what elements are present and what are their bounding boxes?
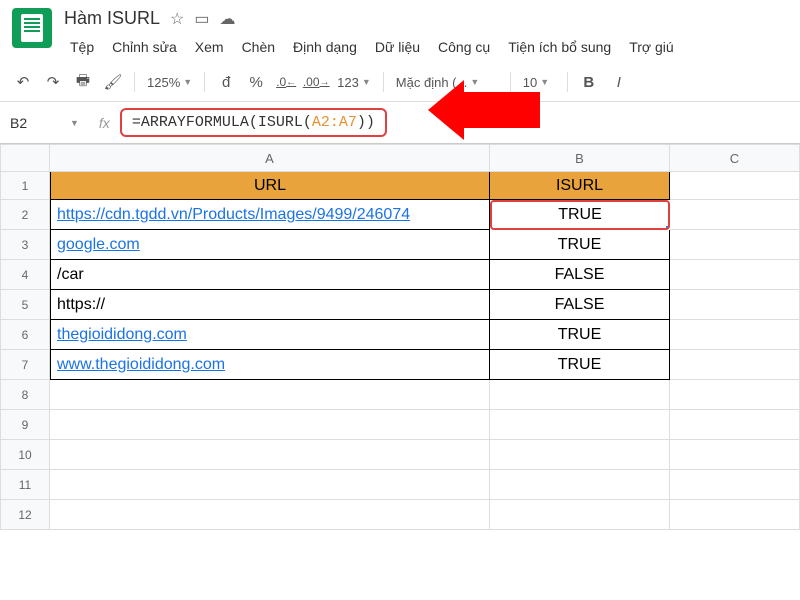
menu-file[interactable]: Tệp bbox=[64, 35, 100, 59]
cell[interactable] bbox=[490, 440, 670, 470]
row-header[interactable]: 7 bbox=[0, 350, 50, 380]
chevron-down-icon[interactable]: ▼ bbox=[70, 118, 79, 128]
cell-a4[interactable]: /car bbox=[50, 260, 490, 290]
cell-reference[interactable]: B2 bbox=[10, 115, 70, 131]
cell[interactable] bbox=[670, 500, 800, 530]
percent-button[interactable]: % bbox=[243, 69, 269, 95]
cell-a6[interactable]: thegioididong.com bbox=[50, 320, 490, 350]
cell[interactable] bbox=[670, 440, 800, 470]
cell-a3[interactable]: google.com bbox=[50, 230, 490, 260]
cell-a7[interactable]: www.thegioididong.com bbox=[50, 350, 490, 380]
menu-bar: Tệp Chỉnh sửa Xem Chèn Định dạng Dữ liệu… bbox=[64, 35, 788, 59]
cloud-icon[interactable]: ☁ bbox=[220, 9, 236, 29]
cell[interactable] bbox=[50, 440, 490, 470]
formula-bar: B2 ▼ fx =ARRAYFORMULA(ISURL(A2:A7)) bbox=[0, 102, 800, 144]
menu-help[interactable]: Trợ giú bbox=[623, 35, 679, 59]
menu-insert[interactable]: Chèn bbox=[236, 35, 281, 59]
table-header-isurl[interactable]: ISURL bbox=[490, 172, 670, 200]
arrow-annotation bbox=[460, 92, 540, 128]
cell-a2[interactable]: https://cdn.tgdd.vn/Products/Images/9499… bbox=[50, 200, 490, 230]
column-header[interactable]: B bbox=[490, 144, 670, 172]
table-header-url[interactable]: URL bbox=[50, 172, 490, 200]
cell-b5[interactable]: FALSE bbox=[490, 290, 670, 320]
cell[interactable] bbox=[490, 500, 670, 530]
cell[interactable] bbox=[490, 380, 670, 410]
row-header[interactable]: 5 bbox=[0, 290, 50, 320]
row-header[interactable]: 8 bbox=[0, 380, 50, 410]
row-header[interactable]: 6 bbox=[0, 320, 50, 350]
italic-button[interactable]: I bbox=[606, 69, 632, 95]
menu-addons[interactable]: Tiện ích bổ sung bbox=[502, 35, 617, 59]
paint-format-icon[interactable]: 🖌 bbox=[100, 69, 126, 95]
cell[interactable] bbox=[670, 230, 800, 260]
chevron-down-icon: ▼ bbox=[470, 77, 479, 87]
row-header[interactable]: 11 bbox=[0, 470, 50, 500]
print-icon[interactable]: 🖶 bbox=[70, 69, 96, 95]
cell-a5[interactable]: https:// bbox=[50, 290, 490, 320]
cell[interactable] bbox=[670, 380, 800, 410]
row-header[interactable]: 1 bbox=[0, 172, 50, 200]
row-header[interactable]: 4 bbox=[0, 260, 50, 290]
cell-b3[interactable]: TRUE bbox=[490, 230, 670, 260]
cell[interactable] bbox=[50, 500, 490, 530]
increase-decimal-button[interactable]: .00→ bbox=[303, 69, 329, 95]
decrease-decimal-button[interactable]: .0← bbox=[273, 69, 299, 95]
cell[interactable] bbox=[50, 410, 490, 440]
cell-b2-selected[interactable]: TRUE bbox=[490, 200, 670, 230]
redo-icon[interactable]: ↷ bbox=[40, 69, 66, 95]
menu-tools[interactable]: Công cụ bbox=[432, 35, 496, 59]
cell-b6[interactable]: TRUE bbox=[490, 320, 670, 350]
cell[interactable] bbox=[490, 470, 670, 500]
column-header[interactable]: C bbox=[670, 144, 800, 172]
row-header[interactable]: 9 bbox=[0, 410, 50, 440]
chevron-down-icon: ▼ bbox=[183, 77, 192, 87]
cell[interactable] bbox=[50, 380, 490, 410]
menu-format[interactable]: Định dạng bbox=[287, 35, 363, 59]
cell[interactable] bbox=[670, 410, 800, 440]
menu-data[interactable]: Dữ liệu bbox=[369, 35, 426, 59]
cell[interactable] bbox=[670, 260, 800, 290]
cell[interactable] bbox=[670, 172, 800, 200]
formula-input[interactable]: =ARRAYFORMULA(ISURL(A2:A7)) bbox=[120, 108, 387, 137]
number-format-select[interactable]: 123▼ bbox=[333, 73, 375, 92]
column-header[interactable]: A bbox=[50, 144, 490, 172]
star-icon[interactable]: ☆ bbox=[170, 9, 184, 29]
cell-b4[interactable]: FALSE bbox=[490, 260, 670, 290]
row-header[interactable]: 2 bbox=[0, 200, 50, 230]
menu-edit[interactable]: Chỉnh sửa bbox=[106, 35, 183, 59]
row-header[interactable]: 10 bbox=[0, 440, 50, 470]
row-header[interactable]: 3 bbox=[0, 230, 50, 260]
cell[interactable] bbox=[670, 350, 800, 380]
row-header[interactable]: 12 bbox=[0, 500, 50, 530]
cell[interactable] bbox=[670, 320, 800, 350]
menu-view[interactable]: Xem bbox=[189, 35, 230, 59]
chevron-down-icon: ▼ bbox=[540, 77, 549, 87]
toolbar: ↶ ↷ 🖶 🖌 125%▼ đ % .0← .00→ 123▼ Mặc định… bbox=[0, 63, 800, 102]
currency-button[interactable]: đ bbox=[213, 69, 239, 95]
cell[interactable] bbox=[50, 470, 490, 500]
font-size-select[interactable]: 10▼ bbox=[519, 73, 559, 92]
cell[interactable] bbox=[670, 200, 800, 230]
sheets-logo[interactable] bbox=[12, 8, 52, 48]
select-all-corner[interactable] bbox=[0, 144, 50, 172]
undo-icon[interactable]: ↶ bbox=[10, 69, 36, 95]
cell-b7[interactable]: TRUE bbox=[490, 350, 670, 380]
zoom-select[interactable]: 125%▼ bbox=[143, 73, 196, 92]
cell[interactable] bbox=[490, 410, 670, 440]
chevron-down-icon: ▼ bbox=[362, 77, 371, 87]
move-icon[interactable]: ▭ bbox=[194, 9, 209, 29]
document-title[interactable]: Hàm ISURL bbox=[64, 8, 160, 29]
cell[interactable] bbox=[670, 290, 800, 320]
fx-label: fx bbox=[99, 115, 110, 131]
cell[interactable] bbox=[670, 470, 800, 500]
bold-button[interactable]: B bbox=[576, 69, 602, 95]
